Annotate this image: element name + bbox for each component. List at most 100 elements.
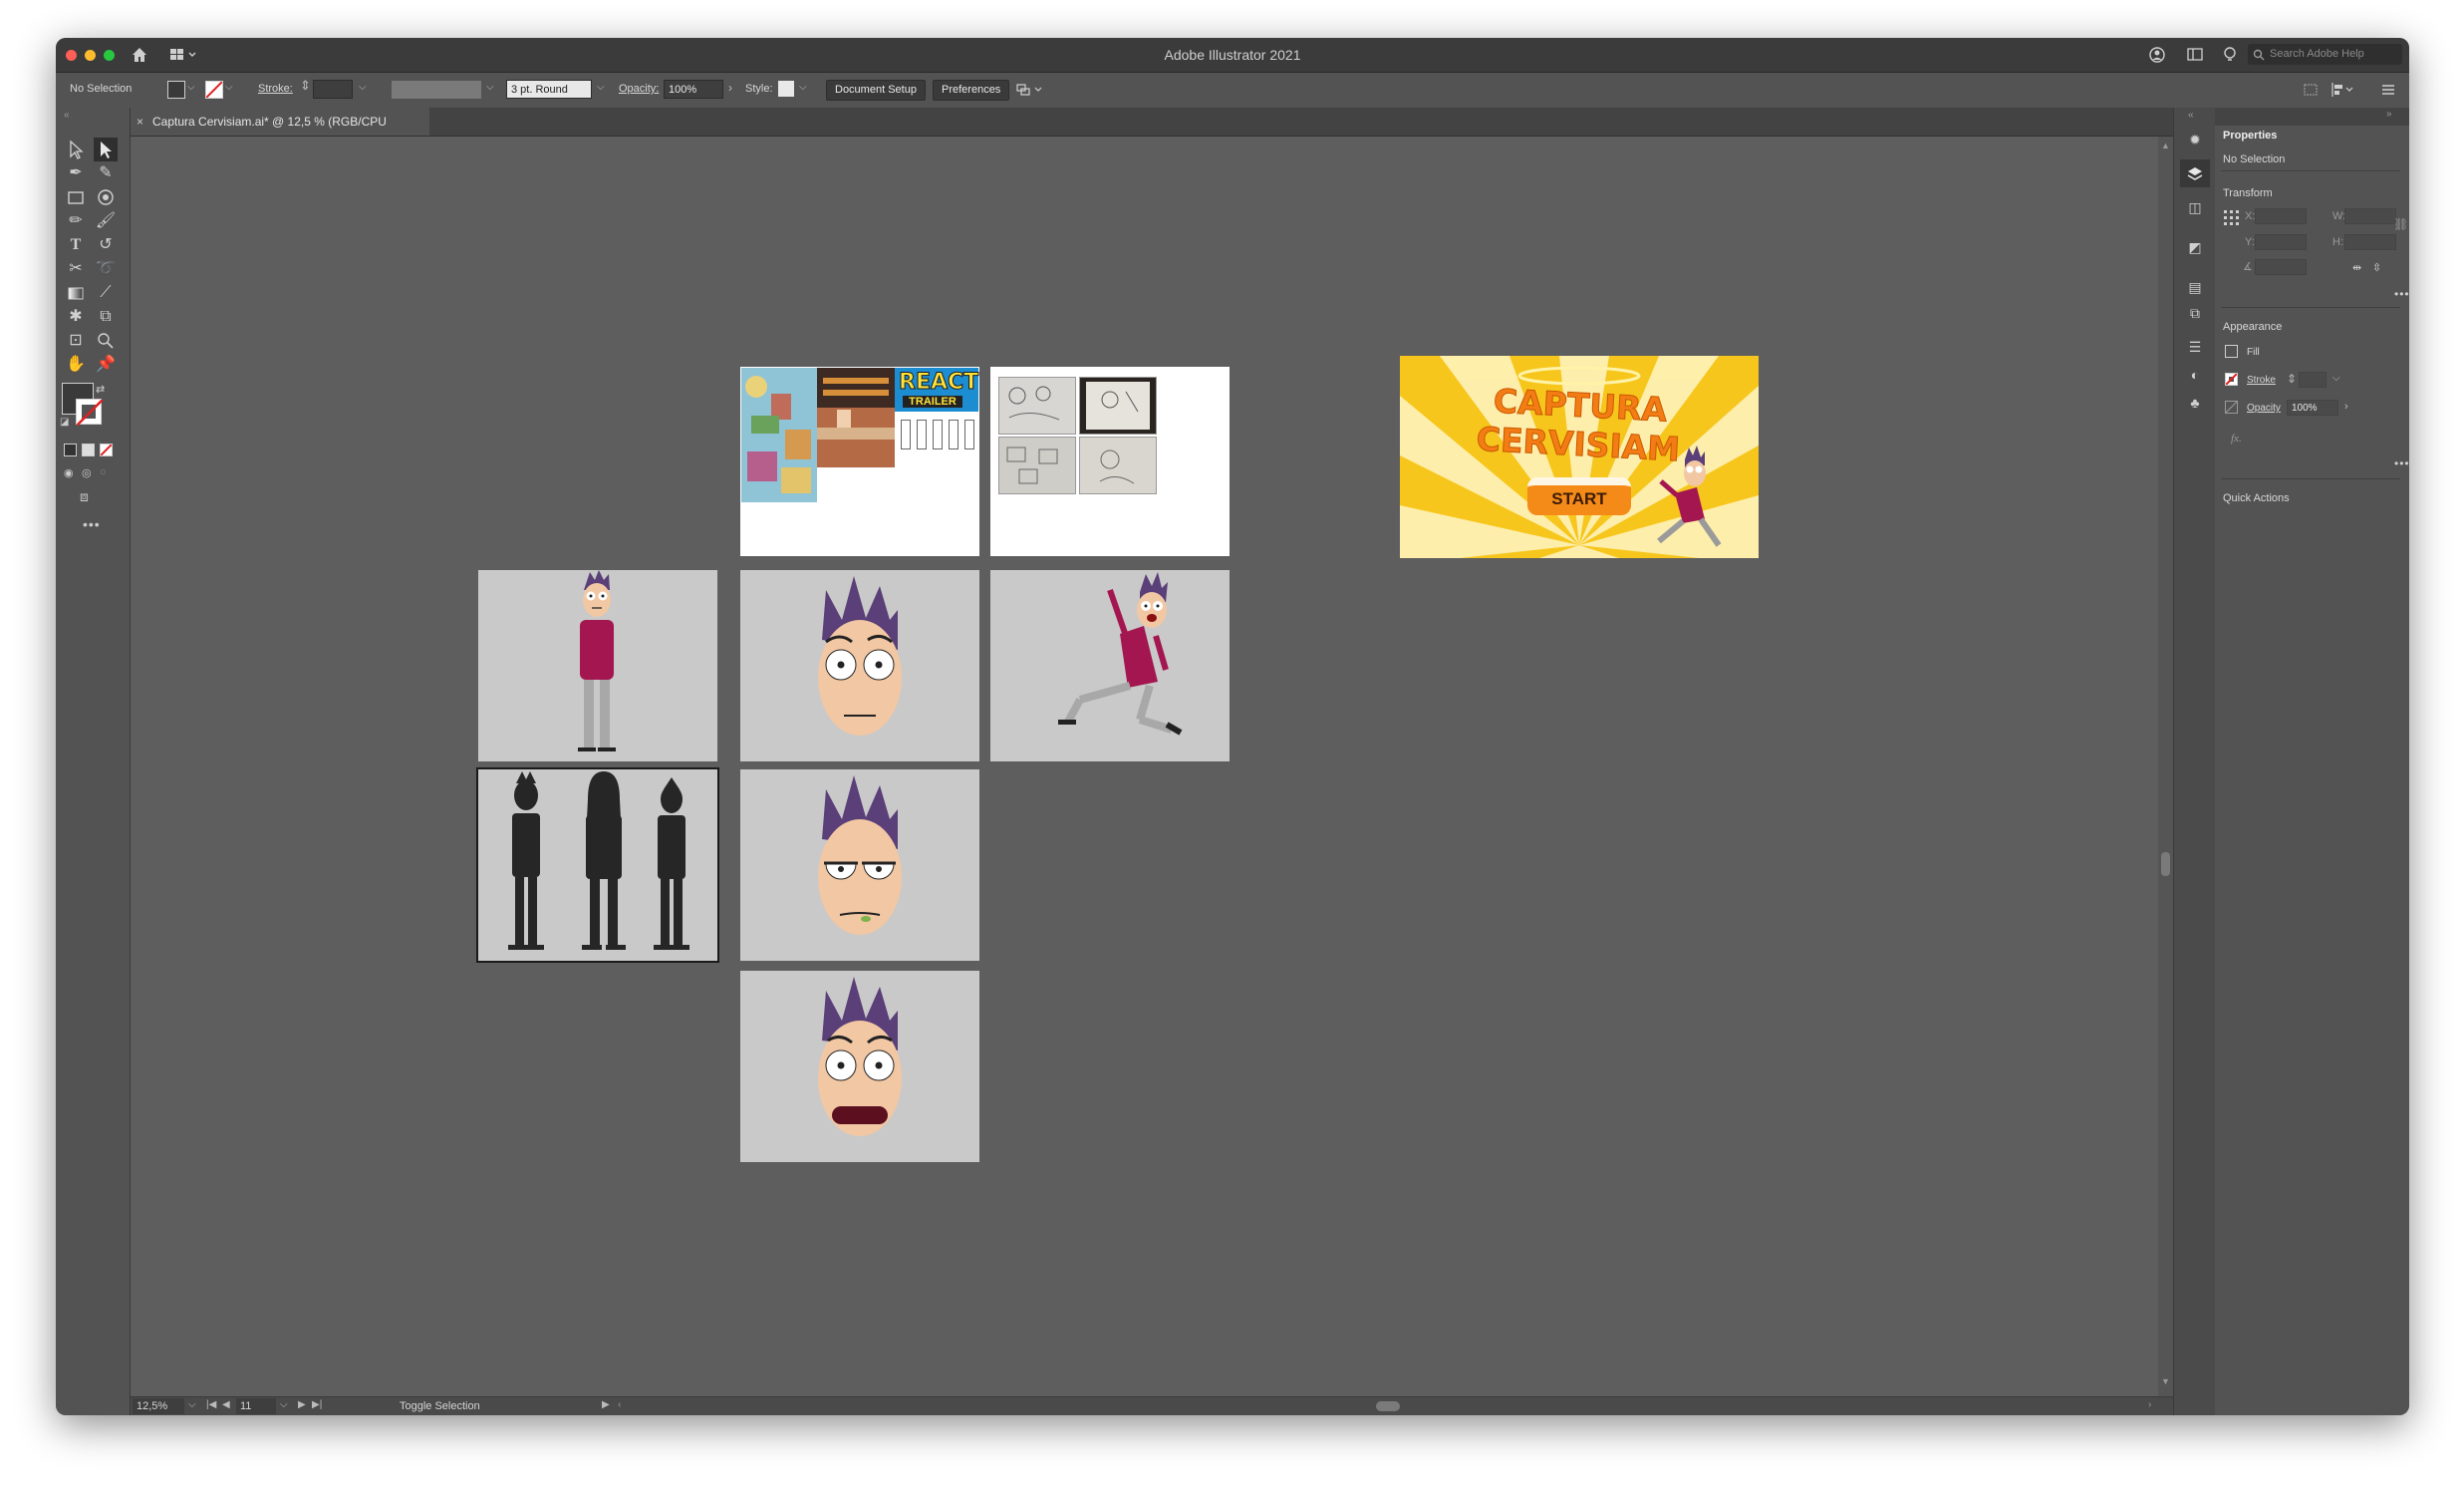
brush-definition[interactable]: 3 pt. Round [506, 80, 592, 99]
close-document-icon[interactable]: × [137, 108, 143, 136]
stroke-panel-icon[interactable]: ◩ [2185, 239, 2205, 259]
opacity-arrow-icon[interactable]: › [728, 81, 732, 95]
user-account-icon[interactable] [2148, 46, 2166, 64]
next-artboard-icon[interactable]: ▶ [298, 1399, 306, 1410]
vertical-scroll-thumb[interactable] [2161, 852, 2170, 876]
scroll-left-icon[interactable]: ‹ [618, 1399, 621, 1410]
artboard-face-neutral[interactable] [740, 570, 979, 761]
artboard-title-banner[interactable]: CAPTURA CERVISIAM START [1400, 356, 1759, 558]
x-input[interactable] [2255, 208, 2307, 224]
status-menu-arrow-icon[interactable]: ▶ [602, 1399, 610, 1410]
appearance-stroke-dropdown-icon[interactable]: ⌵ [2332, 373, 2340, 384]
artboard-collage[interactable]: REACT TRAILER [740, 367, 979, 556]
style-dropdown-icon[interactable]: ⌵ [799, 82, 807, 93]
pin-tool-icon[interactable]: 📌 [94, 353, 118, 377]
appearance-opacity-label[interactable]: Opacity [2247, 403, 2281, 414]
fill-dropdown-chevron-icon[interactable]: ⌵ [187, 82, 195, 93]
artboard-character-running[interactable] [990, 570, 1230, 761]
collapse-panels-icon[interactable]: « [2188, 110, 2194, 121]
appearance-stroke-swatch[interactable] [2225, 373, 2238, 386]
stroke-weight-stepper-icon[interactable]: ⇕ [300, 78, 311, 94]
preferences-button[interactable]: Preferences [933, 80, 1010, 101]
y-input[interactable] [2255, 234, 2307, 250]
rotate-input[interactable] [2255, 259, 2307, 275]
flip-horizontal-icon[interactable]: ⇹ [2352, 261, 2361, 274]
direct-selection-tool-icon[interactable] [94, 138, 118, 161]
zoom-dropdown-icon[interactable]: ⌵ [188, 1399, 196, 1410]
zoom-tool-icon[interactable] [94, 329, 118, 353]
artboard-face-shouting[interactable] [740, 971, 979, 1162]
canvas[interactable]: REACT TRAILER CAPTURA CERVISIAM START [131, 137, 2158, 1396]
arrange-documents-icon[interactable] [2186, 47, 2204, 63]
properties-panel-icon[interactable] [2180, 159, 2210, 187]
gradient-mode-icon[interactable] [82, 444, 95, 456]
transparency-panel-icon[interactable]: ⧉ [2185, 305, 2205, 325]
lasso-tool-icon[interactable]: ➰ [94, 257, 118, 281]
help-search-box[interactable]: Search Adobe Help [2248, 44, 2402, 65]
scroll-down-icon[interactable]: ▼ [2161, 1376, 2170, 1386]
libraries-panel-icon[interactable]: ◫ [2185, 199, 2205, 219]
rectangle-tool-icon[interactable] [64, 185, 88, 209]
align-options-icon[interactable] [2329, 82, 2355, 98]
h-input[interactable] [2344, 234, 2396, 250]
default-colors-icon[interactable]: ◪ [60, 417, 69, 428]
draw-behind-icon[interactable]: ◎ [82, 466, 92, 479]
profile-dropdown-icon[interactable]: ⌵ [486, 82, 494, 93]
curvature-tool-icon[interactable]: ✎ [94, 161, 118, 185]
opacity-label[interactable]: Opacity: [619, 83, 659, 95]
artboard-silhouettes[interactable] [476, 767, 719, 963]
banner-start-button[interactable]: START [1527, 477, 1631, 515]
color-mode-icon[interactable] [64, 444, 77, 456]
draw-normal-icon[interactable]: ◉ [64, 466, 74, 479]
artboard-tool-icon[interactable]: ⊡ [64, 329, 88, 353]
control-bar-menu-icon[interactable] [2380, 83, 2396, 97]
shaper-tool-icon[interactable] [94, 185, 118, 209]
appearance-panel-icon[interactable]: ◐ [2185, 367, 2205, 387]
appearance-opacity-input[interactable]: 100% [2287, 400, 2338, 416]
document-tab[interactable]: × Captura Cervisiam.ai* @ 12,5 % (RGB/CP… [131, 108, 429, 156]
graphic-style-swatch[interactable] [778, 81, 794, 97]
vertical-scrollbar[interactable]: ▲ ▼ [2158, 137, 2173, 1396]
pencil-tool-icon[interactable]: ✏ [64, 209, 88, 233]
arrange-icon[interactable] [1016, 82, 1044, 98]
artboard-sketches[interactable] [990, 367, 1230, 556]
collapse-toolbar-icon[interactable]: « [64, 110, 70, 121]
appearance-stroke-label[interactable]: Stroke [2247, 375, 2276, 386]
type-tool-icon[interactable]: T [64, 233, 88, 257]
align-panel-icon[interactable]: ☰ [2185, 339, 2205, 359]
appearance-fill-swatch[interactable] [2225, 345, 2238, 358]
flip-vertical-icon[interactable]: ⇳ [2372, 261, 2381, 274]
w-input[interactable] [2344, 208, 2396, 224]
previous-artboard-icon[interactable]: ◀ [222, 1399, 230, 1410]
stroke-weight-stepper-icon[interactable]: ⇕ [2287, 372, 2297, 386]
last-artboard-icon[interactable]: ▶| [312, 1399, 322, 1410]
brush-dropdown-icon[interactable]: ⌵ [597, 82, 605, 93]
collapse-properties-icon[interactable]: » [2386, 109, 2392, 120]
discover-lightbulb-icon[interactable] [2222, 45, 2238, 65]
artboard-character-front[interactable] [478, 570, 717, 761]
stroke-weight-dropdown-icon[interactable]: ⌵ [359, 82, 367, 93]
stroke-weight-input[interactable] [313, 80, 353, 99]
appearance-more-options-icon[interactable]: ••• [2394, 456, 2409, 470]
effects-fx-button[interactable]: fx. [2231, 433, 2242, 445]
first-artboard-icon[interactable]: |◀ [206, 1399, 216, 1410]
appearance-stroke-weight-input[interactable] [2299, 372, 2327, 388]
symbols-panel-icon[interactable]: ♣ [2185, 395, 2205, 415]
variable-width-profile[interactable] [392, 81, 481, 99]
artboard-number-input[interactable]: 11 [236, 1398, 276, 1414]
swap-colors-icon[interactable]: ⇄ [96, 383, 105, 396]
document-setup-button[interactable]: Document Setup [826, 80, 926, 101]
stroke-label[interactable]: Stroke: [258, 83, 293, 95]
puppet-warp-tool-icon[interactable]: ✱ [64, 305, 88, 329]
selection-tool-icon[interactable] [64, 138, 88, 161]
edit-toolbar-icon[interactable]: ••• [83, 516, 101, 532]
artboard-face-smirk[interactable] [740, 769, 979, 961]
appearance-opacity-arrow-icon[interactable]: › [2344, 401, 2348, 413]
hand-tool-icon[interactable]: ✋ [64, 353, 88, 377]
rotate-tool-icon[interactable]: ↺ [94, 233, 118, 257]
constrain-proportions-icon[interactable]: ⛓ [2393, 217, 2408, 231]
properties-tab[interactable]: Properties [2223, 130, 2277, 142]
draw-inside-icon[interactable]: ○ [100, 466, 107, 478]
stroke-color-box[interactable] [76, 399, 103, 426]
opacity-input[interactable]: 100% [664, 80, 723, 99]
